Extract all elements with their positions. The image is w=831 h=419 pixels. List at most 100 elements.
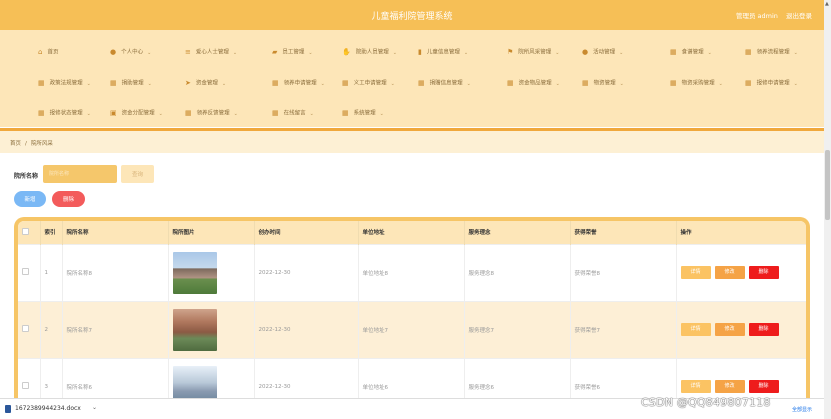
nav-item-label: 个人中心	[121, 49, 144, 56]
row-philosophy: 服务理念7	[464, 300, 571, 358]
nav-item-14[interactable]: ▦ 领养申请管理 ⌄	[272, 73, 325, 93]
chevron-down-icon: ⌄	[308, 49, 313, 56]
nav-item-6[interactable]: ▮ 儿童信息管理 ⌄	[418, 42, 468, 62]
col-header-honors: 获得荣誉	[570, 221, 677, 244]
chevron-down-icon: ⌄	[379, 110, 384, 117]
grid-icon: ▦	[38, 109, 45, 117]
nav-item-2[interactable]: ● 个人中心 ⌄	[110, 42, 151, 62]
nav-item-label: 活动管理	[593, 49, 616, 56]
row-checkbox[interactable]	[22, 382, 29, 390]
nav-item-12[interactable]: ▦ 捐助管理 ⌄	[110, 73, 152, 93]
nav-item-16[interactable]: ▦ 捐赠信息管理 ⌄	[418, 73, 471, 93]
nav-item-20[interactable]: ▦ 报修申请管理 ⌄	[745, 73, 798, 93]
sliders-icon: ≡	[185, 48, 191, 56]
scroll-up-icon[interactable]: ▲	[825, 1, 829, 7]
institution-photo	[172, 308, 217, 351]
remove-button[interactable]: 删除	[748, 266, 779, 279]
book-icon: ▮	[418, 48, 422, 56]
grid-icon: ▦	[110, 79, 117, 87]
chevron-down-icon: ⌄	[147, 49, 152, 56]
nav-item-15[interactable]: ▦ 义工申请管理 ⌄	[342, 73, 395, 93]
nav-item-13[interactable]: ➤ 资金管理 ⌄	[185, 73, 226, 93]
detail-button[interactable]: 详情	[680, 266, 711, 279]
nav-item-label: 系统管理	[353, 110, 376, 117]
nav-item-17[interactable]: ▦ 资金物品管理 ⌄	[507, 73, 560, 93]
nav-item-8[interactable]: ● 活动管理 ⌄	[582, 42, 623, 62]
nav-item-25[interactable]: ▦ 系统管理 ⌄	[342, 103, 384, 123]
app-title: 儿童福利院管理系统	[371, 12, 453, 22]
row-address: 单位地址8	[358, 243, 465, 301]
edit-button[interactable]: 修改	[714, 323, 745, 336]
chevron-down-icon: ⌄	[86, 80, 91, 87]
row-checkbox[interactable]	[22, 325, 29, 332]
chevron-down-icon: ⌄	[718, 80, 723, 87]
detail-button[interactable]: 详情	[680, 380, 711, 394]
grid-icon: ▦	[38, 79, 45, 87]
chevron-down-icon: ⌄	[309, 110, 314, 117]
detail-button[interactable]: 详情	[680, 323, 711, 336]
edit-button[interactable]: 修改	[714, 380, 745, 394]
chevron-down-icon: ⌄	[463, 49, 469, 56]
nav-item-23[interactable]: ▦ 领养反馈管理 ⌄	[185, 103, 238, 123]
download-filename[interactable]: 1672389944234.docx	[15, 405, 81, 412]
col-header-index: 索引	[40, 221, 63, 244]
remove-button[interactable]: 删除	[748, 323, 779, 336]
chevron-down-icon: ⌄	[793, 80, 798, 87]
nav-item-label: 捐赠信息管理	[429, 80, 463, 87]
nav-item-19[interactable]: ▦ 物资采购管理 ⌄	[670, 73, 723, 93]
nav-item-24[interactable]: ▦ 在线留言 ⌄	[272, 103, 314, 123]
row-name: 院所名称8	[62, 243, 169, 301]
chevron-down-icon: ⌄	[392, 49, 397, 56]
nav-item-10[interactable]: ▦ 领养流程管理 ⌄	[745, 42, 798, 62]
nav-item-label: 报修申请管理	[756, 80, 790, 87]
row-honors: 获得荣誉8	[570, 243, 677, 301]
breadcrumb-home[interactable]: 首页	[10, 141, 21, 147]
search-input[interactable]	[43, 165, 117, 183]
grid-icon: ▦	[745, 79, 752, 87]
row-checkbox[interactable]	[22, 268, 29, 275]
chevron-down-icon: ⌄	[86, 110, 91, 117]
chevron-down-icon: ⌄	[232, 49, 238, 56]
top-header: 儿童福利院管理系统 管理员 admin 退出登录	[0, 0, 824, 30]
grid-icon: ▦	[272, 79, 279, 87]
nav-item-9[interactable]: ▦ 食谱管理 ⌄	[670, 42, 712, 62]
nav-item-22[interactable]: ▣ 资金分配管理 ⌄	[110, 103, 163, 123]
handshake-icon: ✋	[342, 48, 351, 56]
nav-item-1[interactable]: ⌂ 首页	[38, 42, 58, 62]
chevron-down-icon: ⌄	[147, 80, 152, 87]
nav-item-5[interactable]: ✋ 院助人员管理 ⌄	[342, 42, 397, 62]
nav-item-4[interactable]: ▰ 员工管理 ⌄	[272, 42, 313, 62]
nav-item-18[interactable]: ▦ 物资管理 ⌄	[582, 73, 624, 93]
add-button[interactable]: 新增	[14, 191, 46, 207]
logout-link[interactable]: 退出登录	[786, 12, 812, 20]
query-button[interactable]: 查询	[121, 165, 154, 183]
chevron-down-icon[interactable]: ⌄	[92, 404, 97, 411]
nav-item-label: 首页	[47, 49, 59, 56]
show-all-downloads[interactable]: 全部显示	[792, 406, 812, 413]
institution-photo	[172, 251, 217, 294]
nav-item-21[interactable]: ▦ 报修状态管理 ⌄	[38, 103, 91, 123]
nav-item-label: 员工管理	[282, 49, 305, 56]
flag-icon: ⚑	[507, 48, 514, 56]
batch-delete-button[interactable]: 删除	[52, 191, 85, 207]
select-all-checkbox[interactable]	[22, 227, 29, 235]
chevron-down-icon: ⌄	[619, 80, 624, 87]
chevron-down-icon: ⌄	[555, 49, 560, 56]
nav-item-label: 领养申请管理	[283, 80, 317, 87]
nav-item-label: 领养反馈管理	[196, 110, 230, 117]
select-all-cell[interactable]	[18, 221, 41, 244]
home-icon: ⌂	[38, 48, 43, 56]
nav-item-3[interactable]: ≡ 爱心人士管理 ⌄	[185, 42, 237, 62]
chevron-down-icon: ⌄	[233, 110, 238, 117]
scrollbar-thumb[interactable]	[825, 150, 830, 220]
row-philosophy: 服务理念8	[464, 243, 571, 301]
col-header-date: 创办时间	[254, 221, 359, 244]
edit-button[interactable]: 修改	[714, 266, 745, 279]
nav-item-label: 儿童信息管理	[426, 49, 460, 56]
remove-button[interactable]: 删除	[748, 380, 779, 394]
col-header-image: 院所图片	[168, 221, 255, 244]
admin-user-label[interactable]: 管理员 admin	[736, 12, 778, 20]
nav-item-7[interactable]: ⚑ 院所风采管理 ⌄	[507, 42, 560, 62]
nav-item-11[interactable]: ▦ 政策法规管理 ⌄	[38, 73, 91, 93]
page-scrollbar[interactable]: ▲	[824, 0, 831, 419]
